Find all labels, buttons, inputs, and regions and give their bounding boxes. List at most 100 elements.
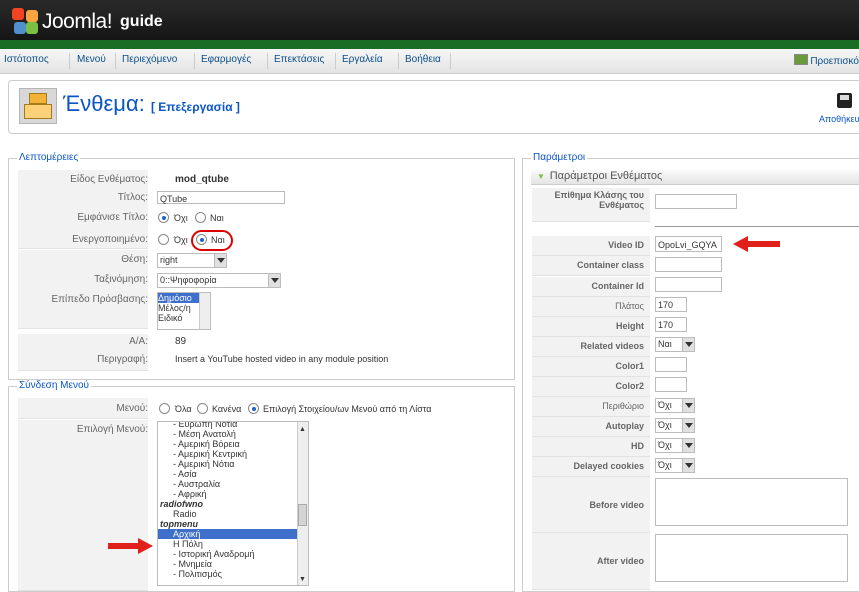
- list-item[interactable]: Η Πόλη: [158, 539, 308, 549]
- access-row: Επίπεδο Πρόσβασης:: [18, 294, 498, 314]
- menu-item-site[interactable]: Ιστότοπος: [4, 54, 49, 65]
- red-arrow-icon: [108, 538, 153, 554]
- chevron-down-icon: [268, 274, 280, 287]
- menu-item-tools[interactable]: Εργαλεία: [342, 54, 383, 65]
- id-label: Α/Α:: [129, 336, 148, 347]
- chevron-down-icon: [682, 399, 694, 412]
- container-id-input[interactable]: [655, 277, 722, 292]
- hd-value: Όχι: [658, 440, 672, 450]
- list-item[interactable]: - Αμερική Νότια: [173, 459, 308, 469]
- list-item[interactable]: - Ιστορική Αναδρομή: [158, 549, 308, 559]
- menu-item-help[interactable]: Βοήθεια: [405, 54, 441, 65]
- parameters-section-title: Παράμετροι Ενθέματος: [549, 170, 663, 182]
- color1-input[interactable]: [655, 357, 687, 372]
- joomla-logo-icon: [12, 8, 40, 36]
- preview-icon: [793, 54, 808, 65]
- hd-select[interactable]: Όχι: [655, 438, 695, 453]
- list-item[interactable]: - Πολιτισμός: [158, 569, 308, 579]
- list-item[interactable]: - Αυστραλία: [173, 479, 308, 489]
- autoplay-value: Όχι: [658, 420, 672, 430]
- save-label: Αποθήκευ: [819, 114, 859, 124]
- list-item[interactable]: - Ευρώπη Νότια: [173, 422, 308, 429]
- chevron-down-icon: [214, 254, 226, 267]
- list-item[interactable]: - Αμερική Κεντρική: [173, 449, 308, 459]
- param-label: Video ID: [532, 236, 650, 256]
- highlight-circle: [191, 230, 233, 251]
- related-videos-value: Ναι: [658, 339, 672, 349]
- main-menu-bar: Ιστότοπος Μενού Περιεχόμενο Εφαρμογές Επ…: [0, 49, 859, 74]
- list-item[interactable]: - Αφρική: [173, 489, 308, 499]
- menus-select-label: Επιλογή Στοιχείου/ων Μενού από τη Λίστα: [263, 404, 432, 414]
- details-legend: Λεπτομέρειες: [17, 152, 81, 163]
- parameters-section-header[interactable]: ▼ Παράμετροι Ενθέματος: [531, 170, 859, 185]
- param-label: Related videos: [532, 337, 650, 357]
- related-videos-select[interactable]: Ναι: [655, 337, 695, 352]
- preview-label: Προεπισκό: [810, 56, 859, 67]
- title-label: Τίτλος:: [117, 192, 148, 203]
- menu-item-content[interactable]: Περιεχόμενο: [122, 54, 177, 65]
- page-title-text: Ένθεμα:: [63, 91, 145, 116]
- page-title: Ένθεμα: [ Επεξεργασία ]: [63, 91, 240, 117]
- brand-strip: [0, 40, 859, 49]
- scroll-thumb[interactable]: [298, 504, 307, 526]
- color2-input[interactable]: [655, 377, 687, 392]
- position-select[interactable]: right: [157, 253, 227, 268]
- list-item[interactable]: Radio: [158, 509, 308, 519]
- delayed-cookies-value: Όχι: [658, 460, 672, 470]
- menu-item-components[interactable]: Εφαρμογές: [201, 54, 251, 65]
- site-name: guide: [120, 13, 163, 30]
- scroll-up-icon[interactable]: ▲: [299, 426, 306, 433]
- show-title-no-radio[interactable]: [158, 212, 169, 223]
- param-label: Επίθημα Κλάσης του Ενθέματος: [532, 188, 650, 222]
- logo-text: Joomla!: [42, 10, 113, 33]
- border-select[interactable]: Όχι: [655, 398, 695, 413]
- after-video-textarea[interactable]: [655, 534, 848, 582]
- show-title-label: Εμφάνισε Τίτλο:: [77, 212, 148, 223]
- scrollbar[interactable]: [199, 293, 210, 329]
- menus-all-label: Όλα: [175, 404, 192, 414]
- list-item[interactable]: - Μνημεία: [158, 559, 308, 569]
- container-class-input[interactable]: [655, 257, 722, 272]
- menus-all-radio[interactable]: [159, 403, 170, 414]
- menus-none-radio[interactable]: [197, 403, 208, 414]
- expand-icon: ▼: [537, 172, 545, 181]
- enabled-no-radio[interactable]: [158, 234, 169, 245]
- joomla-logo[interactable]: Joomla! guide: [12, 8, 163, 36]
- param-label: Delayed cookies: [532, 457, 650, 477]
- height-input[interactable]: 170: [655, 317, 687, 332]
- menu-item-extensions[interactable]: Επεκτάσεις: [274, 54, 324, 65]
- param-label: Before video: [532, 477, 650, 533]
- before-video-textarea[interactable]: [655, 478, 848, 526]
- list-item[interactable]: - Ασία: [173, 469, 308, 479]
- show-title-yes-label: Ναι: [210, 213, 224, 223]
- access-label: Επίπεδο Πρόσβασης:: [51, 294, 148, 305]
- param-label: Περιθώριο: [532, 397, 650, 417]
- menu-item-menus[interactable]: Μενού: [77, 54, 106, 65]
- video-id-input[interactable]: OpoLvi_GQYA: [655, 236, 722, 252]
- show-title-yes-radio[interactable]: [195, 212, 206, 223]
- show-title-no-label: Όχι: [174, 213, 188, 223]
- menu-group-header: radiofwno: [160, 499, 203, 509]
- module-icon: [19, 88, 57, 124]
- module-class-suffix-input[interactable]: [655, 194, 737, 209]
- menus-select-radio[interactable]: [248, 403, 259, 414]
- param-label: HD: [532, 437, 650, 457]
- chevron-down-icon: [682, 459, 694, 472]
- list-item[interactable]: - Μέση Ανατολή: [173, 429, 308, 439]
- width-input[interactable]: 170: [655, 297, 687, 312]
- menu-items-listbox[interactable]: - Ευρώπη Νότια - Μέση Ανατολή - Αμερική …: [157, 421, 309, 586]
- position-value: right: [160, 255, 178, 265]
- list-item-selected[interactable]: Αρχική: [158, 529, 297, 539]
- autoplay-select[interactable]: Όχι: [655, 418, 695, 433]
- list-item[interactable]: - Αμερική Βόρεια: [173, 439, 308, 449]
- menu-select-label: Επιλογή Μενού:: [76, 424, 148, 435]
- preview-link[interactable]: Προεπισκό: [793, 54, 859, 67]
- access-listbox[interactable]: Δημόσιο Μέλος/η Ειδικό: [157, 292, 211, 330]
- scrollbar[interactable]: ▲ ▼: [297, 422, 308, 585]
- title-input[interactable]: QTube: [157, 191, 285, 204]
- scroll-down-icon[interactable]: ▼: [299, 576, 306, 583]
- order-select[interactable]: 0::Ψηφοφορία: [157, 273, 281, 288]
- border-value: Όχι: [658, 400, 672, 410]
- description-value: Insert a YouTube hosted video in any mod…: [175, 354, 389, 364]
- delayed-cookies-select[interactable]: Όχι: [655, 458, 695, 473]
